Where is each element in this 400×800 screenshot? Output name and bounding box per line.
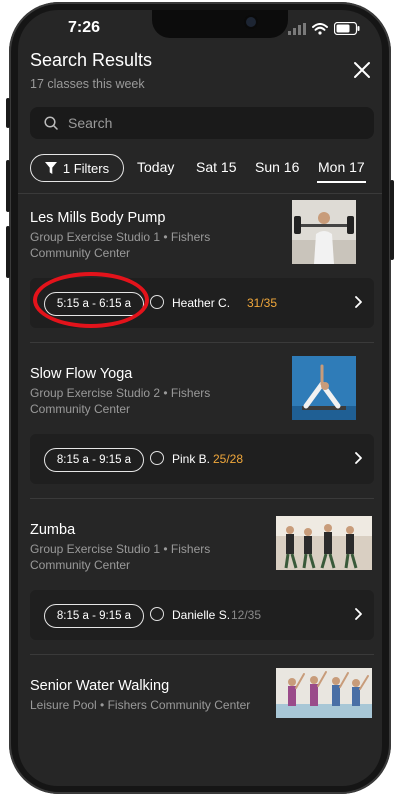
tab-today[interactable]: Today [137, 159, 174, 175]
class-location: Leisure Pool • Fishers Community Center [30, 698, 251, 712]
filters-label: 1 Filters [62, 160, 110, 176]
class-thumbnail [292, 356, 356, 420]
tabs-divider [18, 193, 382, 194]
class-thumbnail [292, 200, 356, 264]
class-session[interactable]: 8:15 a - 9:15 a Pink B. 25/28 [30, 434, 374, 484]
status-time: 7:26 [68, 19, 101, 36]
page-title: Search Results [30, 50, 153, 70]
search-icon [44, 116, 58, 130]
filter-icon [44, 162, 57, 174]
mute-switch [6, 98, 10, 128]
session-time[interactable]: 8:15 a - 9:15 a [44, 448, 144, 472]
search-input[interactable]: Search [30, 107, 374, 139]
select-radio[interactable] [150, 295, 164, 309]
search-placeholder: Search [68, 115, 113, 131]
capacity: 12/35 [231, 608, 262, 622]
class-location: Group Exercise Studio 1 • Fishers Commun… [30, 542, 211, 572]
tab-sun-16[interactable]: Sun 16 [255, 159, 299, 175]
wifi-icon [312, 22, 328, 35]
instructor-name: Danielle S. [172, 608, 231, 622]
filters-button[interactable]: 1 Filters [30, 154, 124, 182]
results-count: 17 classes this week [30, 77, 145, 91]
capacity: 25/28 [213, 452, 244, 466]
status-icons [288, 22, 360, 35]
day-tabs: 1 Filters Today Sat 15 Sun 16 Mon 17 [30, 154, 382, 183]
divider [30, 342, 374, 343]
class-location: Group Exercise Studio 2 • Fishers Commun… [30, 386, 211, 416]
volume-up-button [6, 160, 10, 212]
tab-sat-15[interactable]: Sat 15 [196, 159, 236, 175]
instructor-name: Heather C. [172, 296, 231, 310]
class-name: Senior Water Walking [30, 678, 170, 694]
app-screen: 7:26 Search Results 17 classes this week [18, 10, 382, 786]
select-radio[interactable] [150, 607, 164, 621]
chevron-right-icon[interactable] [354, 296, 362, 308]
chevron-right-icon[interactable] [354, 452, 362, 464]
notch [152, 10, 288, 38]
class-name: Zumba [30, 522, 76, 538]
signal-icon [288, 22, 306, 35]
camera-icon [246, 17, 256, 27]
divider [30, 654, 374, 655]
class-session[interactable]: 8:15 a - 9:15 a Danielle S. 12/35 [30, 590, 374, 640]
divider [30, 498, 374, 499]
class-name: Les Mills Body Pump [30, 210, 166, 226]
session-time[interactable]: 8:15 a - 9:15 a [44, 604, 144, 628]
power-button [390, 180, 394, 260]
highlight-annotation [33, 272, 149, 328]
volume-down-button [6, 226, 10, 278]
class-location: Group Exercise Studio 1 • Fishers Commun… [30, 230, 211, 260]
capacity: 31/35 [247, 296, 278, 310]
instructor-name: Pink B. [172, 452, 211, 466]
close-icon[interactable] [352, 60, 372, 80]
class-name: Slow Flow Yoga [30, 366, 133, 382]
select-radio[interactable] [150, 451, 164, 465]
class-thumbnail [276, 516, 372, 570]
chevron-right-icon[interactable] [354, 608, 362, 620]
battery-icon [334, 22, 360, 35]
class-thumbnail [276, 668, 372, 718]
tab-mon-17[interactable]: Mon 17 [317, 159, 366, 183]
